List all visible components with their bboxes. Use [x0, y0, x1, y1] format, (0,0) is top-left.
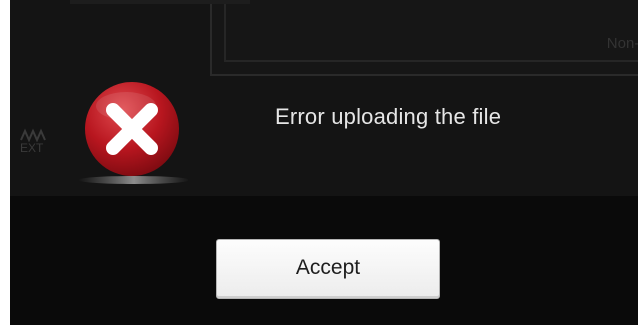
- accept-button[interactable]: Accept: [216, 239, 440, 299]
- error-message: Error uploading the file: [275, 104, 502, 129]
- dialog-body: Error uploading the file: [10, 0, 638, 196]
- error-x-icon: [66, 82, 190, 186]
- error-dialog: Non-linear EXT: [10, 0, 638, 325]
- dialog-footer: Accept: [10, 196, 638, 325]
